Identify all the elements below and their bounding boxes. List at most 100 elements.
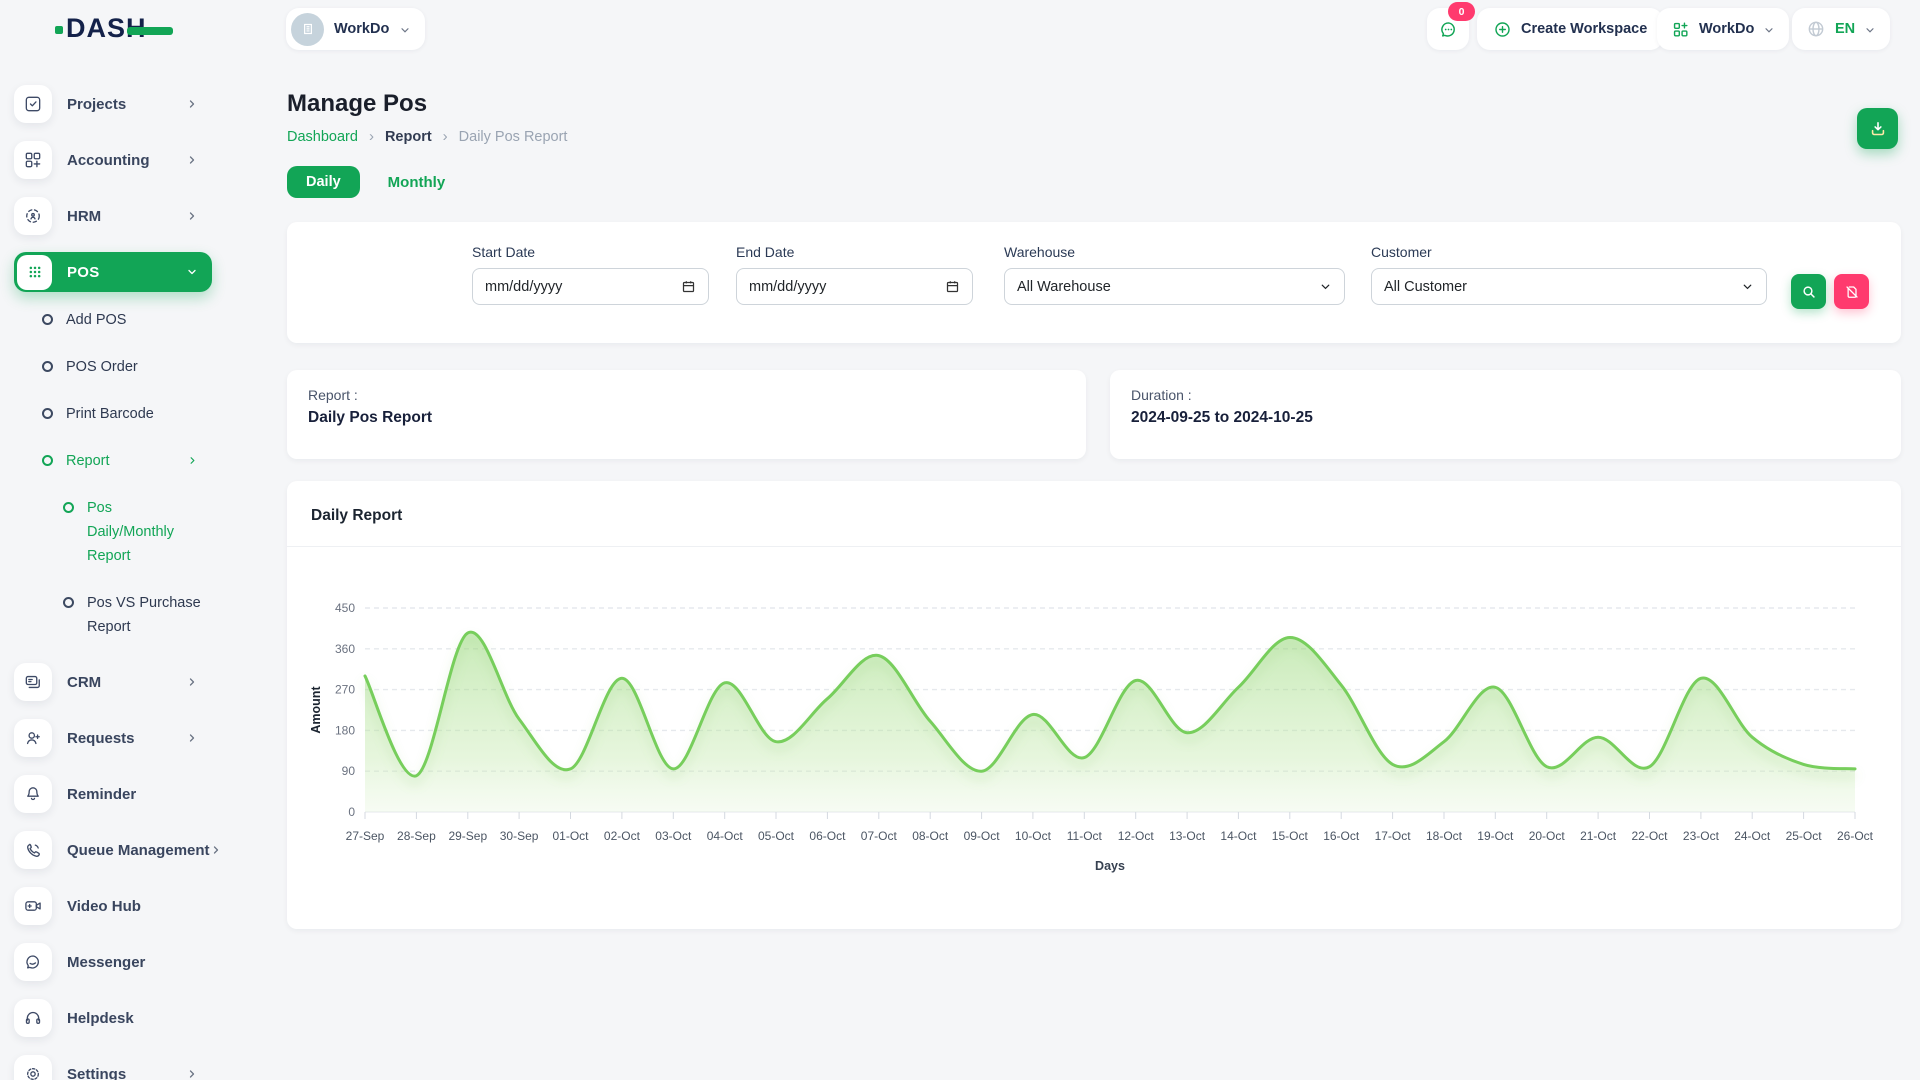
end-date-input[interactable]: mm/dd/yyyy xyxy=(736,268,973,305)
customer-value: All Customer xyxy=(1384,279,1467,295)
svg-text:360: 360 xyxy=(335,642,355,656)
sidebar-item-label: Report xyxy=(66,449,110,473)
crm-card-icon xyxy=(14,663,52,701)
warehouse-field: Warehouse All Warehouse xyxy=(1004,244,1345,309)
language-label: EN xyxy=(1835,21,1855,37)
sidebar-item-messenger[interactable]: Messenger xyxy=(14,942,212,982)
tab-daily[interactable]: Daily xyxy=(287,166,360,198)
chevron-right-icon xyxy=(186,732,198,744)
search-icon xyxy=(1801,284,1817,300)
sidebar-item-crm[interactable]: CRM xyxy=(14,662,212,702)
sidebar-item-label: Projects xyxy=(67,96,126,113)
chevron-down-icon xyxy=(399,23,411,35)
sidebar-item-add-pos[interactable]: Add POS xyxy=(42,308,198,332)
create-workspace-label: Create Workspace xyxy=(1521,21,1647,37)
notification-badge: 0 xyxy=(1448,2,1475,21)
sidebar-item-projects[interactable]: Projects xyxy=(14,84,212,124)
sidebar-item-reminder[interactable]: Reminder xyxy=(14,774,212,814)
sidebar-item-label: Requests xyxy=(67,730,135,747)
svg-text:12-Oct: 12-Oct xyxy=(1118,829,1155,843)
svg-text:28-Sep: 28-Sep xyxy=(397,829,436,843)
sidebar-nav: Projects Accounting HRM POS Add POS POS Order… xyxy=(0,58,250,1080)
chevron-down-icon xyxy=(186,266,198,278)
messages-button[interactable]: 0 xyxy=(1427,8,1469,50)
chevron-down-icon xyxy=(1741,280,1754,293)
sidebar-item-pos[interactable]: POS xyxy=(14,252,212,292)
sidebar-item-requests[interactable]: Requests xyxy=(14,718,212,758)
sidebar-item-queue-management[interactable]: Queue Management xyxy=(14,830,212,870)
report-value: Daily Pos Report xyxy=(308,409,1065,427)
hrm-scan-icon xyxy=(14,197,52,235)
svg-text:16-Oct: 16-Oct xyxy=(1323,829,1360,843)
topbar: DASH WorkDo 0 Create Workspace WorkDo xyxy=(0,0,1920,58)
language-selector[interactable]: EN xyxy=(1792,8,1890,50)
logo-dot xyxy=(55,26,63,34)
svg-text:13-Oct: 13-Oct xyxy=(1169,829,1206,843)
svg-text:Days: Days xyxy=(1095,859,1125,873)
workspace-selector[interactable]: WorkDo xyxy=(286,8,425,50)
create-workspace-button[interactable]: Create Workspace xyxy=(1477,8,1663,50)
workspace-menu-button[interactable]: WorkDo xyxy=(1657,8,1789,50)
sidebar-item-label: HRM xyxy=(67,208,101,225)
daily-report-chart: 09018027036045027-Sep28-Sep29-Sep30-Sep0… xyxy=(287,547,1901,904)
svg-text:22-Oct: 22-Oct xyxy=(1631,829,1668,843)
sidebar-item-label: POS Order xyxy=(66,355,138,379)
search-button[interactable] xyxy=(1791,274,1826,309)
bullet-icon xyxy=(63,502,74,513)
svg-text:18-Oct: 18-Oct xyxy=(1426,829,1463,843)
sidebar-item-label: Video Hub xyxy=(67,898,141,915)
chart-card-header: Daily Report xyxy=(287,481,1901,547)
reset-filter-button[interactable] xyxy=(1834,274,1869,309)
duration-summary-card: Duration : 2024-09-25 to 2024-10-25 xyxy=(1110,370,1901,459)
svg-text:450: 450 xyxy=(335,601,355,615)
chevron-down-icon xyxy=(1319,280,1332,293)
svg-text:07-Oct: 07-Oct xyxy=(861,829,898,843)
sidebar-item-label: Helpdesk xyxy=(67,1010,134,1027)
start-date-input[interactable]: mm/dd/yyyy xyxy=(472,268,709,305)
user-plus-icon xyxy=(14,719,52,757)
bullet-icon xyxy=(42,455,53,466)
chevron-down-icon xyxy=(1763,23,1775,35)
svg-text:20-Oct: 20-Oct xyxy=(1529,829,1566,843)
daily-report-chart-svg: 09018027036045027-Sep28-Sep29-Sep30-Sep0… xyxy=(300,579,1875,899)
sidebar-item-print-barcode[interactable]: Print Barcode xyxy=(42,402,198,426)
sidebar-item-settings[interactable]: Settings xyxy=(14,1054,212,1080)
svg-text:0: 0 xyxy=(348,805,355,819)
sidebar-item-helpdesk[interactable]: Helpdesk xyxy=(14,998,212,1038)
sidebar-item-video-hub[interactable]: Video Hub xyxy=(14,886,212,926)
svg-text:17-Oct: 17-Oct xyxy=(1375,829,1412,843)
sidebar-item-label: Settings xyxy=(67,1066,126,1080)
svg-text:11-Oct: 11-Oct xyxy=(1067,829,1103,843)
chevron-right-icon xyxy=(186,98,198,110)
tab-monthly[interactable]: Monthly xyxy=(382,173,452,192)
sidebar-item-pos-daily-monthly-report[interactable]: Pos Daily/Monthly Report xyxy=(63,496,203,568)
phone-call-icon xyxy=(14,831,52,869)
bullet-icon xyxy=(42,408,53,419)
chevron-right-icon xyxy=(187,455,198,466)
download-report-button[interactable] xyxy=(1857,108,1898,149)
sidebar-item-accounting[interactable]: Accounting xyxy=(14,140,212,180)
sidebar-item-label: Messenger xyxy=(67,954,145,971)
svg-text:Amount: Amount xyxy=(309,686,323,734)
daily-report-card: Daily Report 09018027036045027-Sep28-Sep… xyxy=(287,481,1901,929)
warehouse-select[interactable]: All Warehouse xyxy=(1004,268,1345,305)
check-square-icon xyxy=(14,85,52,123)
filter-actions xyxy=(1791,244,1869,309)
sidebar-item-pos-vs-purchase-report[interactable]: Pos VS Purchase Report xyxy=(63,591,203,639)
calendar-icon xyxy=(681,279,696,294)
video-camera-icon xyxy=(14,887,52,925)
app-menu-label: WorkDo xyxy=(1699,21,1754,37)
grid-plus-icon xyxy=(14,141,52,179)
start-date-placeholder: mm/dd/yyyy xyxy=(485,279,562,295)
svg-text:09-Oct: 09-Oct xyxy=(964,829,1001,843)
chart-title: Daily Report xyxy=(311,507,402,524)
chat-bubble-icon xyxy=(1438,19,1459,40)
summary-row: Report : Daily Pos Report Duration : 202… xyxy=(287,370,1901,459)
sidebar-item-hrm[interactable]: HRM xyxy=(14,196,212,236)
sidebar-item-pos-order[interactable]: POS Order xyxy=(42,355,198,379)
breadcrumb-dashboard-link[interactable]: Dashboard xyxy=(287,129,358,145)
chevron-down-icon xyxy=(1864,23,1876,35)
sidebar-item-report[interactable]: Report xyxy=(42,449,198,473)
logo-dash xyxy=(127,27,173,35)
customer-select[interactable]: All Customer xyxy=(1371,268,1767,305)
